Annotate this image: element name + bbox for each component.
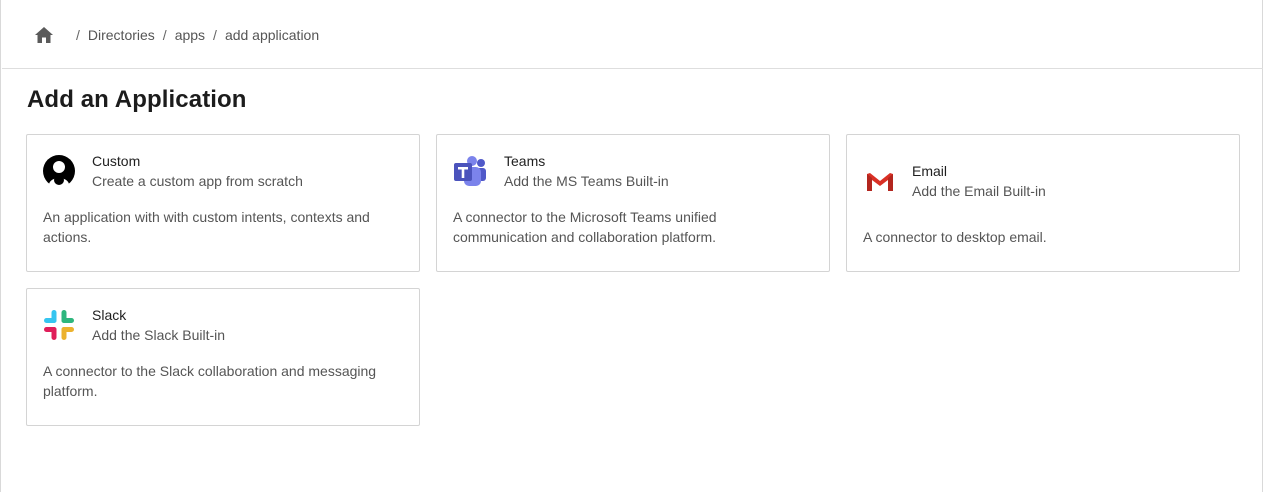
app-card-custom[interactable]: Custom Create a custom app from scratch …	[26, 134, 420, 272]
app-card-subtitle: Add the Slack Built-in	[92, 327, 226, 343]
app-card-description: An application with with custom intents,…	[43, 209, 370, 245]
breadcrumb-separator: /	[162, 27, 167, 43]
app-card-name: Custom	[92, 153, 141, 169]
app-card-name: Teams	[504, 153, 546, 169]
app-card-subtitle: Create a custom app from scratch	[92, 173, 303, 189]
breadcrumb: / Directories / apps / add application	[34, 24, 319, 46]
slack-icon	[42, 308, 76, 342]
home-icon[interactable]	[34, 25, 54, 45]
app-card-description: A connector to desktop email.	[863, 229, 1047, 245]
app-card-subtitle: Add the Email Built-in	[912, 183, 1046, 199]
app-card-subtitle: Add the MS Teams Built-in	[504, 173, 669, 189]
app-card-teams[interactable]: Teams Add the MS Teams Built-in A connec…	[436, 134, 830, 272]
app-frame: / Directories / apps / add application A…	[0, 0, 1263, 492]
breadcrumb-directories[interactable]: Directories	[88, 27, 155, 43]
page-title: Add an Application	[27, 86, 247, 113]
app-card-name: Email	[912, 163, 948, 179]
top-bar: / Directories / apps / add application	[2, 0, 1263, 69]
breadcrumb-add-application: add application	[224, 27, 320, 43]
breadcrumb-separator: /	[213, 27, 217, 43]
teams-icon	[453, 154, 487, 188]
app-card-slack[interactable]: Slack Add the Slack Built-in A connector…	[26, 288, 420, 426]
app-card-email[interactable]: Email Add the Email Built-in A connector…	[846, 134, 1240, 272]
breadcrumb-separator: /	[76, 27, 80, 43]
app-card-description: A connector to the Microsoft Teams unifi…	[453, 209, 717, 245]
app-card-description: A connector to the Slack collaboration a…	[43, 363, 377, 399]
gmail-icon	[863, 165, 897, 199]
custom-app-icon	[42, 154, 76, 188]
breadcrumb-apps[interactable]: apps	[175, 27, 205, 43]
app-card-name: Slack	[92, 307, 127, 323]
